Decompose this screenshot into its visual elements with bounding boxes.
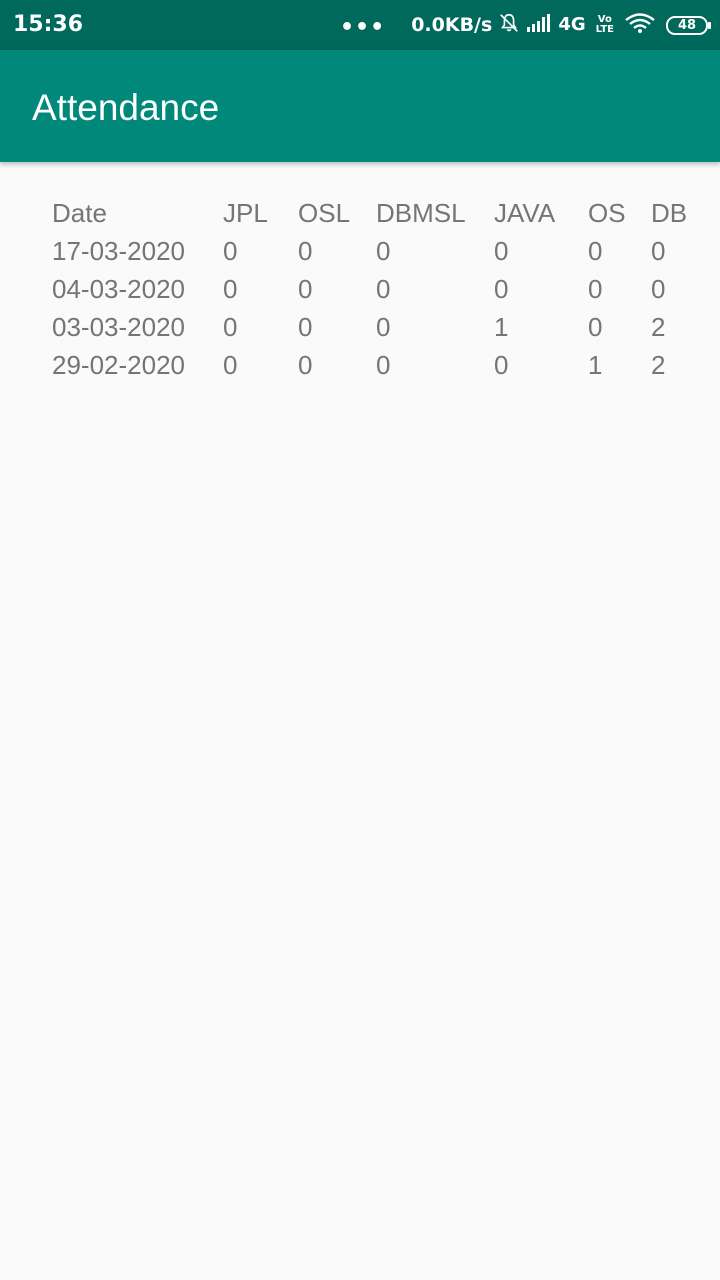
cell-date: 03-03-2020 [52,312,185,342]
cell-db: 0 [651,274,666,304]
cell-osl: 0 [298,350,313,380]
header-date: Date [52,198,107,228]
cell-osl: 0 [298,236,313,266]
cell-java: 0 [494,274,509,304]
cell-jpl: 0 [223,274,238,304]
cell-java: 0 [494,236,509,266]
header-java: JAVA [494,198,556,228]
table-row: 03-03-2020 0 0 0 1 0 2 [52,308,712,346]
cell-jpl: 0 [223,236,238,266]
table-header-row: Date JPL OSL DBMSL JAVA OS DB [52,194,712,232]
cell-os: 0 [588,274,603,304]
signal-strength-icon [526,13,552,37]
cell-os: 0 [588,312,603,342]
volte-bottom-label: LTE [595,24,614,35]
table-row: 29-02-2020 0 0 0 0 1 2 [52,346,712,384]
cell-dbmsl: 0 [376,236,391,266]
battery-level: 48 [677,17,697,33]
cell-jpl: 0 [223,312,238,342]
header-osl: OSL [298,198,351,228]
app-bar: Attendance [0,50,720,162]
header-db: DB [651,198,688,228]
cell-jpl: 0 [223,350,238,380]
cell-dbmsl: 0 [376,274,391,304]
status-icons: ••• 0.0KB/s 4G Vo LTE 48 [340,0,711,50]
table-row: 17-03-2020 0 0 0 0 0 0 [52,232,712,270]
cell-dbmsl: 0 [376,350,391,380]
status-bar: 15:36 ••• 0.0KB/s 4G Vo LTE 48 [0,0,720,50]
wifi-icon [624,12,656,38]
cell-db: 2 [651,350,666,380]
cell-osl: 0 [298,274,313,304]
more-notifications-icon: ••• [340,15,386,40]
cell-dbmsl: 0 [376,312,391,342]
cell-java: 0 [494,350,509,380]
header-jpl: JPL [223,198,268,228]
cell-db: 2 [651,312,666,342]
cell-date: 04-03-2020 [52,274,185,304]
cell-db: 0 [651,236,666,266]
table-row: 04-03-2020 0 0 0 0 0 0 [52,270,712,308]
header-os: OS [588,198,626,228]
attendance-table: Date JPL OSL DBMSL JAVA OS DB 17-03-2020… [52,194,712,384]
cell-java: 1 [494,312,509,342]
status-time: 15:36 [13,12,84,37]
cell-osl: 0 [298,312,313,342]
battery-icon: 48 [666,15,711,35]
header-dbmsl: DBMSL [376,198,466,228]
cell-date: 29-02-2020 [52,350,185,380]
network-type: 4G [558,14,586,35]
network-speed: 0.0KB/s [411,14,493,36]
notifications-muted-icon [498,12,520,38]
cell-date: 17-03-2020 [52,236,185,266]
page-title: Attendance [32,87,220,128]
cell-os: 0 [588,236,603,266]
volte-icon: Vo LTE [596,15,614,35]
cell-os: 1 [588,350,603,380]
